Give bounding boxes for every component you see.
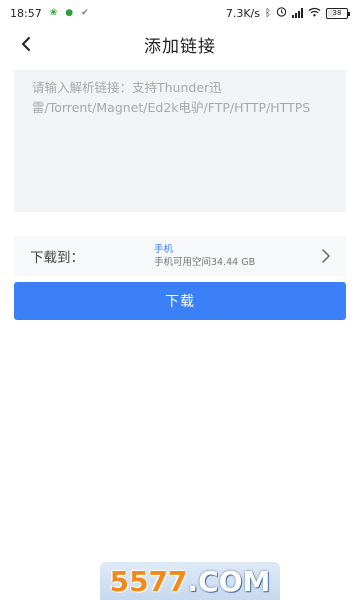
battery-percent: 38 [332,8,342,17]
wechat-notification-icon: ❀ [49,8,58,18]
storage-device: 手机 [154,244,174,255]
notification-icon: ✔ [81,8,89,18]
wifi-icon [308,7,321,20]
site-watermark: 5577 .COM [100,562,280,600]
status-left: 18:57 ❀ ● ✔ [10,7,89,20]
download-location-label: 下载到： [30,250,84,266]
download-location-info: 手机 手机可用空间34.44 GB [154,243,255,269]
signal-icon [292,8,303,18]
back-button[interactable] [14,32,38,56]
network-speed: 7.3K/s [225,6,260,20]
download-button[interactable]: 下载 [14,282,346,320]
title-bar: 添加链接 [0,26,360,62]
chevron-right-icon[interactable] [320,248,332,264]
link-input[interactable] [14,70,346,212]
bluetooth-icon: ᛒ [265,7,271,19]
status-time: 18:57 [10,6,42,20]
status-bar: 18:57 ❀ ● ✔ 7.3K/s ᛒ 38 [0,0,360,26]
battery-icon: 38 [326,7,350,19]
watermark-number: 5577 [109,564,188,598]
android-notification-icon: ● [65,8,74,18]
alarm-icon [276,6,287,20]
download-location-selector[interactable]: 下载到： 手机 手机可用空间34.44 GB [14,236,346,276]
page-title: 添加链接 [144,36,216,57]
free-space-text: 手机可用空间34.44 GB [154,257,256,268]
status-right: 7.3K/s ᛒ 38 [225,6,350,20]
watermark-domain: .COM [187,564,271,598]
back-arrow-icon[interactable] [19,36,33,52]
